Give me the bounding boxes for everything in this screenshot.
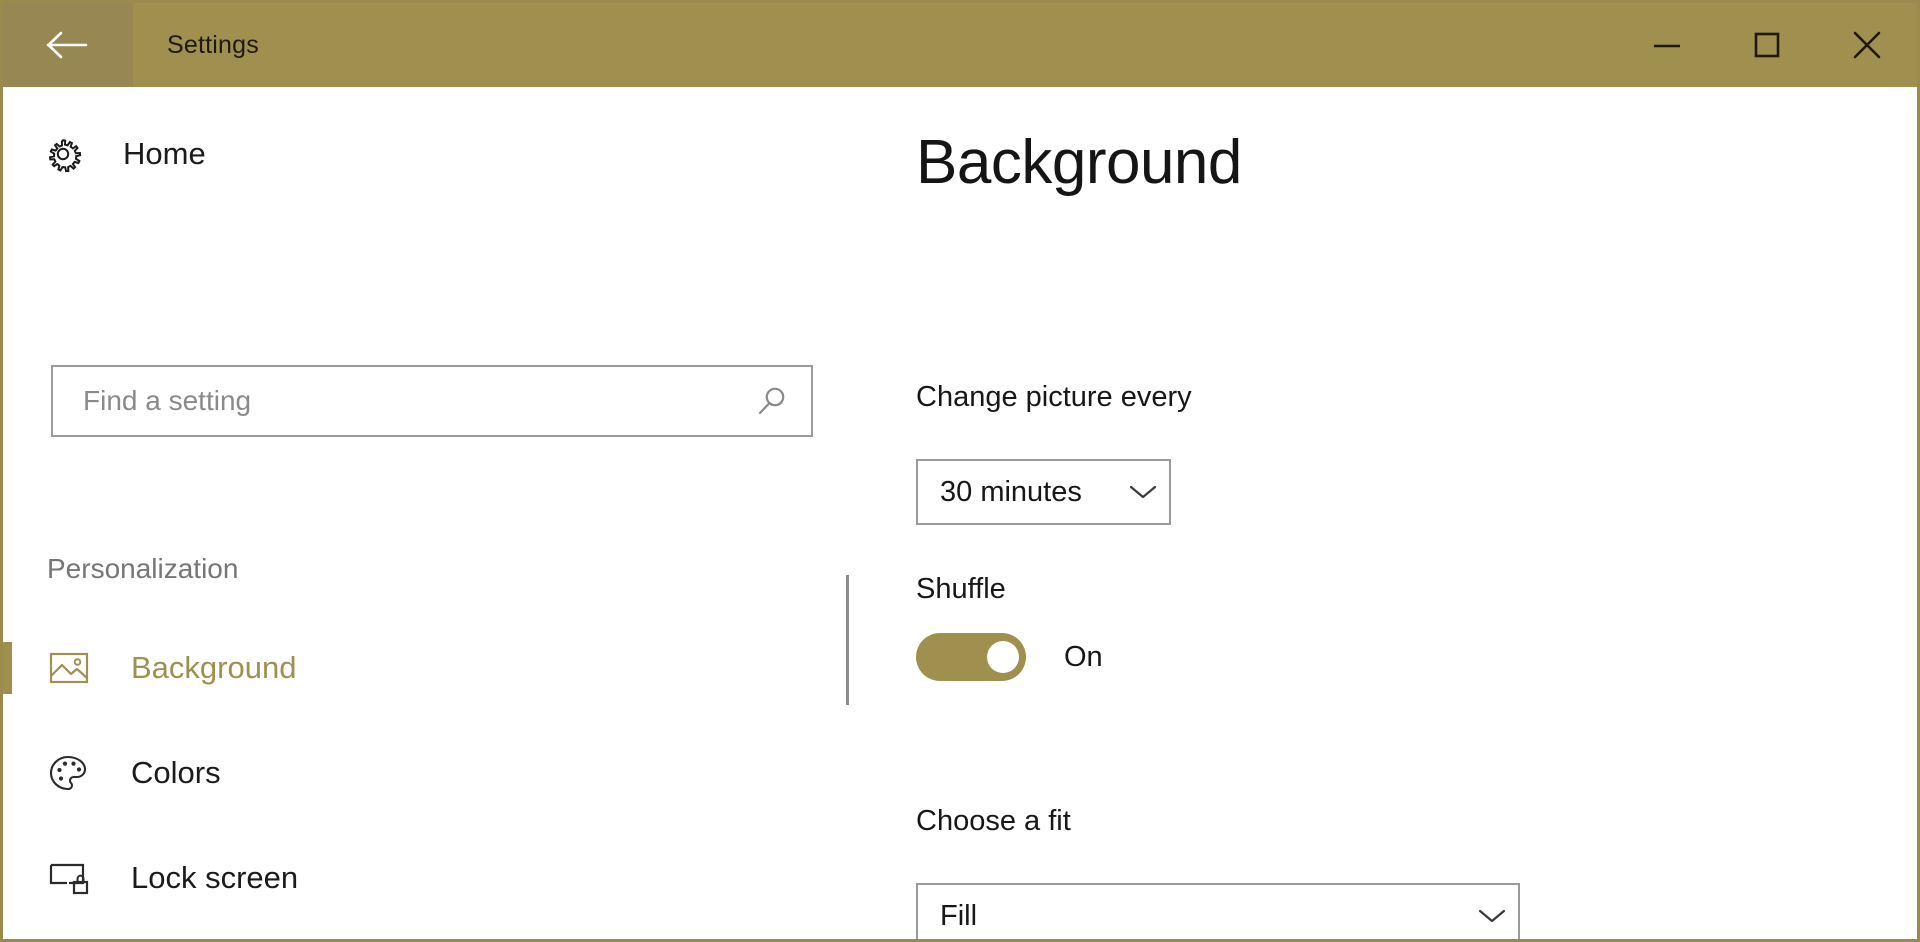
palette-icon	[49, 754, 95, 792]
toggle-knob	[987, 641, 1019, 673]
titlebar-spacer	[259, 3, 1617, 87]
back-button[interactable]	[3, 3, 133, 87]
close-icon	[1852, 30, 1882, 60]
change-picture-interval-dropdown[interactable]: 30 minutes	[916, 459, 1171, 525]
sidebar-item-lock-screen[interactable]: Lock screen	[3, 844, 846, 912]
sidebar-item-background[interactable]: Background	[3, 634, 846, 702]
maximize-icon	[1753, 31, 1781, 59]
shuffle-toggle-row: On	[916, 633, 1103, 681]
back-arrow-icon	[46, 30, 90, 60]
choose-a-fit-value: Fill	[940, 899, 978, 932]
search-input-placeholder: Find a setting	[83, 385, 252, 416]
minimize-button[interactable]	[1617, 3, 1717, 87]
maximize-button[interactable]	[1717, 3, 1817, 87]
selection-accent-bar	[3, 747, 12, 799]
search-icon[interactable]	[733, 384, 811, 418]
main-pane: Background Change picture every 30 minut…	[846, 87, 1917, 939]
change-picture-interval-value: 30 minutes	[940, 475, 1082, 508]
window-title: Settings	[167, 30, 259, 59]
label-choose-a-fit: Choose a fit	[916, 805, 1071, 837]
sidebar-item-colors[interactable]: Colors	[3, 739, 846, 807]
sidebar-item-label-home: Home	[123, 136, 206, 171]
sidebar-item-home[interactable]: Home	[43, 134, 206, 174]
selection-accent-bar	[3, 642, 12, 694]
sidebar-item-label-background: Background	[131, 650, 297, 685]
close-button[interactable]	[1817, 3, 1917, 87]
label-change-picture-every: Change picture every	[916, 381, 1192, 413]
minimize-icon	[1652, 38, 1682, 52]
gear-icon	[43, 134, 87, 174]
sidebar-section-label: Personalization	[47, 553, 239, 584]
window-content: Home Find a setting Personalization Back…	[3, 87, 1917, 939]
chevron-down-icon	[1466, 907, 1518, 925]
chevron-down-icon	[1117, 483, 1169, 501]
shuffle-state-label: On	[1064, 640, 1103, 673]
page-title: Background	[916, 128, 1242, 197]
sidebar: Home Find a setting Personalization Back…	[3, 87, 846, 939]
selection-accent-bar	[3, 852, 12, 904]
choose-a-fit-dropdown[interactable]: Fill	[916, 883, 1520, 939]
shuffle-toggle[interactable]	[916, 633, 1026, 681]
sidebar-item-label-lock-screen: Lock screen	[131, 860, 299, 895]
picture-icon	[49, 651, 95, 685]
label-shuffle: Shuffle	[916, 573, 1006, 605]
search-input[interactable]: Find a setting	[51, 365, 813, 437]
lock-screen-icon	[49, 861, 95, 895]
title-bar: Settings	[3, 3, 1917, 87]
sidebar-item-label-colors: Colors	[131, 755, 221, 790]
settings-window: Settings Home Find a setting Personaliza…	[0, 0, 1920, 942]
